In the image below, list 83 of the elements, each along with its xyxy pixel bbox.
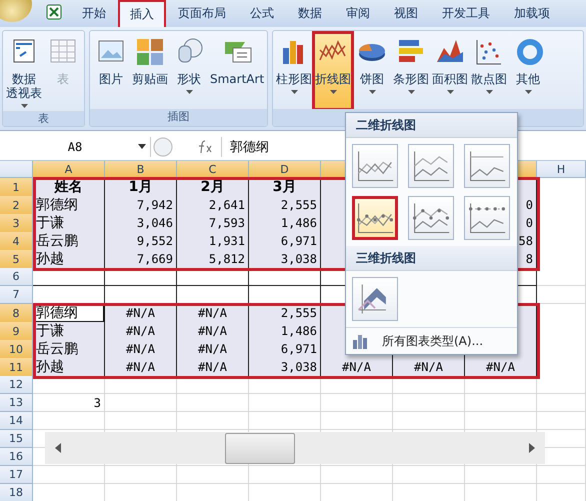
table-cell: 5,812 [177,250,249,269]
ribbon-button[interactable]: 折线图 [314,33,352,109]
table-cell: 2,641 [177,196,249,215]
column-header[interactable]: B [105,161,177,178]
table-cell: 9,552 [105,232,177,251]
table-cell: 6,971 [249,340,321,359]
table-cell: 3,038 [249,250,321,269]
row-header[interactable]: 2 [0,196,33,215]
row-header[interactable]: 4 [0,232,33,251]
ribbon-tab[interactable]: 数据 [286,0,334,28]
ribbon-tab[interactable]: 视图 [382,0,430,28]
table-cell: 岳云鹏 [33,232,105,251]
row-header[interactable]: 16 [0,448,33,466]
menu-item[interactable]: 所有图表类型(A)... [382,332,484,350]
group-label: 表 [3,111,84,126]
ribbon-button[interactable]: 饼图 [353,33,392,109]
ribbon-button[interactable]: 图片 [92,33,130,109]
ribbon-tab[interactable]: 页面布局 [166,0,238,28]
ribbon-button[interactable]: 散点图 [470,33,508,109]
table-cell: 岳云鹏 [33,340,105,359]
table-cell: 3,038 [249,358,321,377]
table-cell: 1,931 [177,232,249,251]
row-header[interactable]: 11 [0,358,33,377]
row-header[interactable]: 7 [0,286,33,304]
table-cell: #N/A [105,322,177,341]
table-cell: 于谦 [33,322,105,341]
table-cell: #N/A [321,358,393,377]
row-header[interactable]: 13 [0,394,33,412]
ribbon-button[interactable]: 数据 透视表 [5,33,43,111]
row-header[interactable]: 14 [0,412,33,430]
menu-section-title: 二维折线图 [346,113,517,138]
row-header[interactable]: 6 [0,268,33,286]
table-cell: 1,486 [249,214,321,233]
table-cell: 孙越 [33,358,105,377]
ribbon-button[interactable]: 其他 [509,33,548,109]
row-header[interactable]: 18 [0,484,33,501]
column-header[interactable]: A [33,161,105,178]
ribbon-tab[interactable]: 开发工具 [430,0,502,28]
ribbon-button[interactable]: 面积图 [431,33,470,109]
ribbon-button[interactable]: 剪贴画 [131,33,169,109]
table-cell: 6,971 [249,232,321,251]
ribbon-tab[interactable]: 插入 [118,0,166,27]
ribbon-button[interactable]: 条形图 [392,33,430,109]
table-cell: 1,486 [249,322,321,341]
row-header[interactable]: 12 [0,376,33,394]
group-label: 插图 [90,109,268,126]
table-cell: 郭德纲 [33,196,105,215]
row-header[interactable]: 17 [0,466,33,484]
ribbon-tab[interactable]: 加载项 [502,0,562,28]
ribbon-tab[interactable]: 审阅 [334,0,382,28]
row-header[interactable]: 15 [0,430,33,448]
row-header[interactable]: 1 [0,178,33,197]
row-header[interactable]: 10 [0,340,33,359]
table-cell: 7,669 [105,250,177,269]
ribbon-button[interactable]: 形状 [170,33,208,109]
table-cell: 3 [33,394,105,412]
column-header[interactable]: H [537,161,586,178]
ribbon-button[interactable]: SmartArt [209,33,266,109]
row-header[interactable]: 9 [0,322,33,341]
row-header[interactable]: 8 [0,304,33,323]
ribbon-tab[interactable]: 开始 [70,0,118,28]
column-header[interactable]: C [177,161,249,178]
table-cell: #N/A [177,358,249,377]
table-cell: 7,593 [177,214,249,233]
formula-input[interactable]: 郭德纲 [221,137,269,157]
row-header[interactable]: 5 [0,250,33,269]
table-cell: 于谦 [33,214,105,233]
name-box[interactable]: A8 [0,137,151,157]
table-cell: #N/A [177,340,249,359]
table-cell: #N/A [105,358,177,377]
table-cell: #N/A [465,358,537,377]
table-cell: 2,555 [249,196,321,215]
ribbon-tab[interactable]: 公式 [238,0,286,28]
table-cell: 7,942 [105,196,177,215]
ribbon-button[interactable]: 柱形图 [275,33,314,109]
table-cell: #N/A [393,358,465,377]
menu-section-title: 三维折线图 [346,246,517,271]
table-cell: #N/A [177,322,249,341]
table-cell: #N/A [105,340,177,359]
table-cell: 3,046 [105,214,177,233]
column-header[interactable]: D [249,161,321,178]
table-cell: 孙越 [33,250,105,269]
row-header[interactable]: 3 [0,214,33,233]
